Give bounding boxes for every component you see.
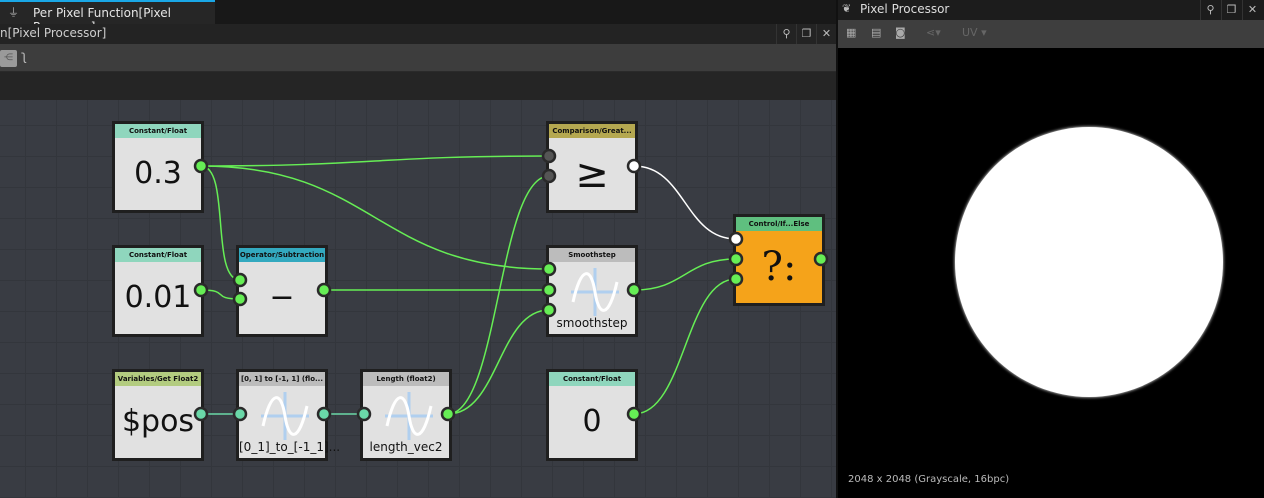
image-info: 2048 x 2048 (Grayscale, 16bpc) bbox=[848, 474, 1010, 485]
port-ifelse-in3[interactable] bbox=[728, 271, 744, 287]
port-c0-out[interactable] bbox=[626, 406, 642, 422]
save-icon[interactable]: ▤ bbox=[871, 26, 881, 39]
port-pos-out[interactable] bbox=[193, 406, 209, 422]
channels-icon[interactable]: ▦ bbox=[846, 26, 856, 39]
port-sub-out[interactable] bbox=[316, 282, 332, 298]
port-ifelse-in1[interactable] bbox=[728, 231, 744, 247]
port-conv-in1[interactable] bbox=[232, 406, 248, 422]
port-cmp-in2[interactable] bbox=[541, 168, 557, 184]
port-sub-in2[interactable] bbox=[232, 291, 248, 307]
port-sub-in1[interactable] bbox=[232, 272, 248, 288]
share-icon[interactable]: ⋖▾ bbox=[926, 26, 941, 39]
port-len-out[interactable] bbox=[440, 406, 456, 422]
float-window-icon[interactable]: ❐ bbox=[1221, 0, 1241, 20]
uv-dropdown[interactable]: UV ▾ bbox=[962, 26, 987, 39]
preview-white-circle bbox=[955, 127, 1223, 397]
right-panel-title: Pixel Processor ❦ ⚲ ❐ ✕ bbox=[838, 0, 1264, 20]
pin-icon[interactable]: ⚲ bbox=[1200, 0, 1220, 20]
port-c03-out[interactable] bbox=[193, 158, 209, 174]
port-ifelse-in2[interactable] bbox=[728, 251, 744, 267]
pixel-processor-icon: ❦ bbox=[842, 2, 852, 15]
port-cmp-in1[interactable] bbox=[541, 148, 557, 164]
port-smooth-in3[interactable] bbox=[541, 302, 557, 318]
port-c001-out[interactable] bbox=[193, 282, 209, 298]
close-icon[interactable]: ✕ bbox=[1242, 0, 1262, 20]
viewer-toolbar: ▦ ▤ ◙ ⋖▾ UV ▾ bbox=[838, 20, 1264, 48]
port-conv-out[interactable] bbox=[316, 406, 332, 422]
port-cmp-out[interactable] bbox=[626, 158, 642, 174]
port-ifelse-out[interactable] bbox=[813, 251, 829, 267]
port-smooth-in1[interactable] bbox=[541, 261, 557, 277]
port-smooth-in2[interactable] bbox=[541, 282, 557, 298]
port-smooth-out[interactable] bbox=[626, 282, 642, 298]
port-len-in1[interactable] bbox=[356, 406, 372, 422]
camera-icon[interactable]: ◙ bbox=[895, 26, 906, 39]
ports bbox=[193, 148, 829, 422]
